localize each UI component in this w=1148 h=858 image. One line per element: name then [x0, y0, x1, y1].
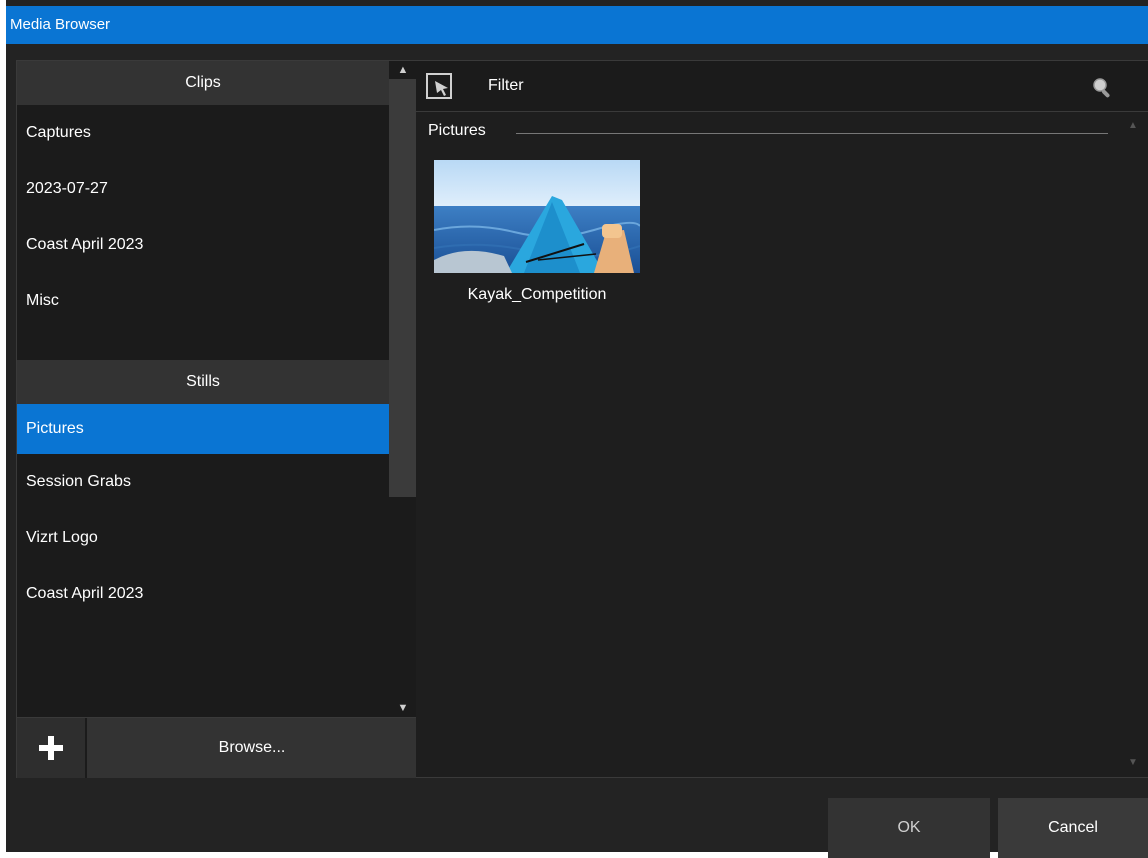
stills-item-pictures[interactable]: Pictures — [17, 404, 389, 454]
stills-item-vizrt-logo[interactable]: Vizrt Logo — [17, 510, 389, 566]
media-browser-window: Media Browser Clips Captures 2023-07-27 … — [6, 0, 1148, 858]
scroll-down-arrow-icon[interactable]: ▼ — [389, 699, 417, 717]
dialog-content: Clips Captures 2023-07-27 Coast April 20… — [6, 44, 1148, 858]
source-list-scrollbar[interactable]: ▲ ▼ — [389, 61, 417, 717]
media-caption: Kayak_Competition — [467, 286, 607, 303]
stills-item-session-grabs[interactable]: Session Grabs — [17, 454, 389, 510]
group-title: Pictures — [428, 122, 486, 139]
clips-item-2023-07-27[interactable]: 2023-07-27 — [17, 161, 389, 217]
clips-item-coast-april-2023[interactable]: Coast April 2023 — [17, 217, 389, 273]
cancel-button[interactable]: Cancel — [998, 798, 1148, 858]
grid-scroll-down-arrow-icon[interactable]: ▼ — [1128, 757, 1138, 768]
browse-button[interactable]: Browse... — [87, 718, 417, 778]
source-list: Clips Captures 2023-07-27 Coast April 20… — [17, 61, 389, 717]
filter-bar: Filter — [416, 61, 1148, 112]
plus-icon — [39, 736, 63, 760]
title-bar: Media Browser — [6, 6, 1148, 44]
media-thumbnail[interactable] — [434, 160, 640, 273]
media-grid: Pictures ▲ ▼ Kayak_Competition — [416, 112, 1148, 777]
selection-cursor-icon[interactable] — [426, 73, 452, 99]
clips-item-misc[interactable]: Misc — [17, 273, 389, 329]
scroll-thumb[interactable] — [389, 79, 417, 497]
media-tile[interactable]: Kayak_Competition — [434, 160, 640, 310]
clips-header: Clips — [17, 61, 389, 105]
search-icon[interactable] — [1092, 77, 1114, 99]
group-divider — [516, 133, 1108, 134]
filter-input[interactable]: Filter — [488, 77, 524, 95]
source-panel-toolbar: Browse... — [17, 717, 417, 778]
scroll-up-arrow-icon[interactable]: ▲ — [389, 61, 417, 79]
clips-group: Clips Captures 2023-07-27 Coast April 20… — [17, 61, 389, 360]
clips-item-captures[interactable]: Captures — [17, 105, 389, 161]
add-button[interactable] — [17, 718, 86, 778]
stills-header: Stills — [17, 360, 389, 404]
window-title: Media Browser — [10, 16, 111, 33]
grid-scroll-up-arrow-icon[interactable]: ▲ — [1128, 120, 1138, 131]
ok-button[interactable]: OK — [828, 798, 990, 858]
stills-item-coast-april-2023[interactable]: Coast April 2023 — [17, 566, 389, 622]
media-panel: Filter Pictures ▲ ▼ Kayak_Competition — [416, 60, 1148, 778]
source-panel: Clips Captures 2023-07-27 Coast April 20… — [16, 60, 418, 778]
